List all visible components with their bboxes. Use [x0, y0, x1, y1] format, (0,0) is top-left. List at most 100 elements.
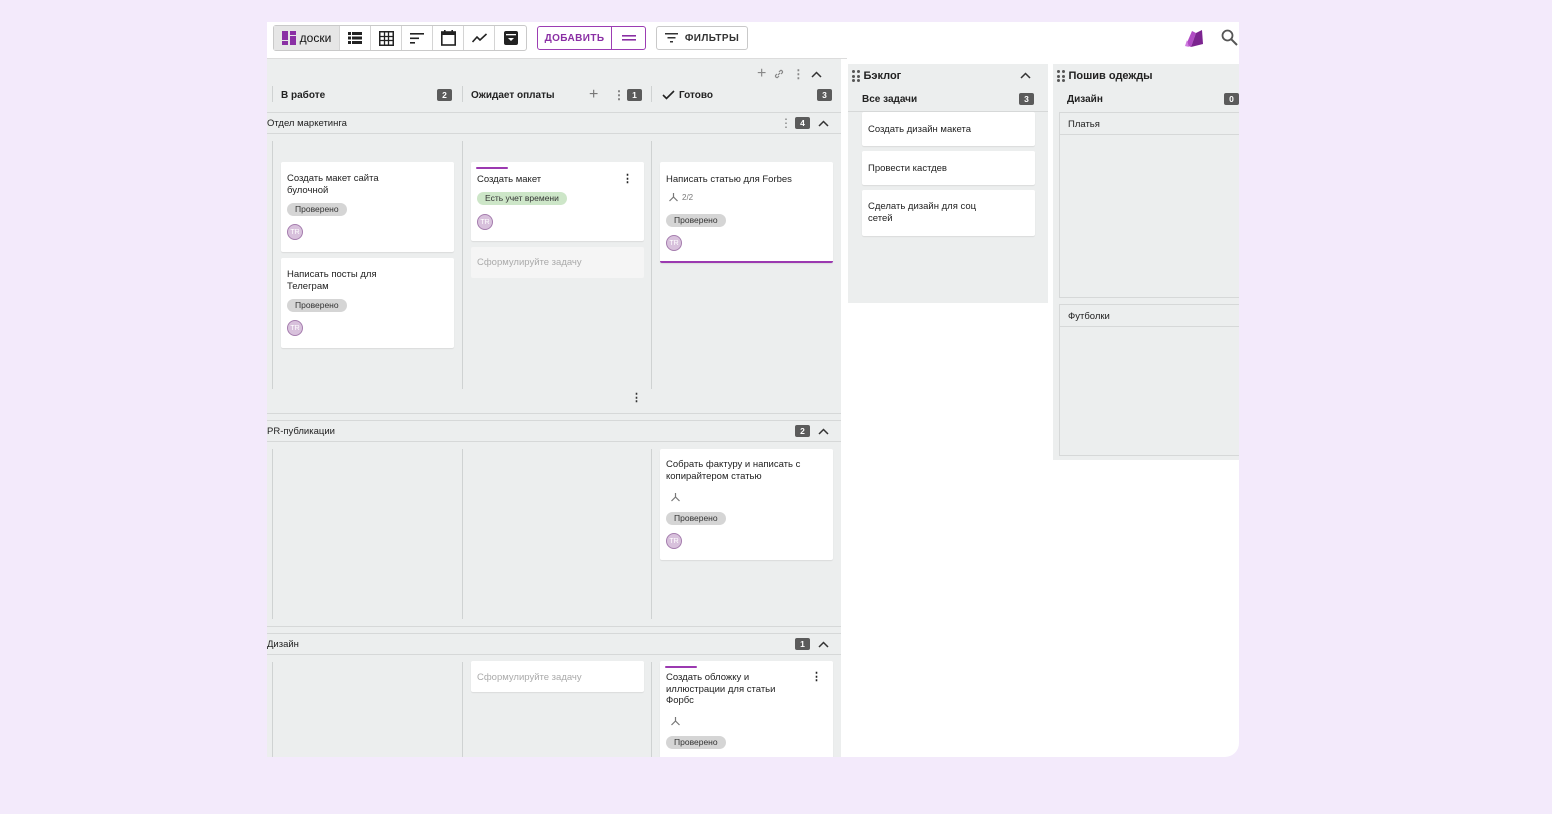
status-tag: Проверено — [666, 214, 726, 227]
swimlane-menu-icon[interactable]: ⋮ — [780, 116, 792, 130]
sort-icon — [410, 32, 424, 44]
card-title: Сделать дизайн для соц сетей — [868, 201, 976, 224]
status-tag: Проверено — [666, 512, 726, 525]
calendar-view-button[interactable] — [433, 26, 464, 50]
menu-lines-icon — [621, 35, 636, 41]
add-button-group: ДОБАВИТЬ — [537, 26, 646, 50]
task-card[interactable]: Написать посты для Телеграм Проверено TR — [281, 258, 454, 348]
card-title-line: Форбс — [666, 695, 694, 706]
card-title: Написать статью для Forbes — [666, 174, 792, 185]
task-card[interactable]: Создать макет сайта булочной Проверено T… — [281, 162, 454, 252]
boards-view-button[interactable]: доски — [274, 26, 340, 50]
column-menu-icon[interactable]: ⋮ — [613, 88, 625, 102]
column-menu-icon[interactable]: ⋮ — [631, 393, 642, 404]
backlog-header[interactable]: Бэклог — [852, 68, 901, 84]
column-divider — [462, 449, 463, 619]
task-card[interactable]: Создать дизайн макета — [862, 112, 1035, 146]
group-title[interactable]: Футболки — [1068, 311, 1110, 322]
avatar[interactable]: TR — [666, 533, 682, 549]
column-header-awaiting-payment[interactable]: Ожидает оплаты + ⋮ 1 — [471, 84, 643, 106]
card-title-line: Собрать фактуру и написать с — [666, 459, 801, 470]
collapse-board-icon[interactable] — [811, 70, 822, 78]
card-title-line: Создать обложку и — [666, 672, 750, 683]
card-title: Провести кастдев — [868, 163, 947, 174]
chart-view-button[interactable] — [464, 26, 495, 50]
group-title[interactable]: Платья — [1068, 119, 1100, 130]
collapse-swimlane-icon[interactable] — [818, 427, 829, 435]
card-title-line: Сделать дизайн для соц — [868, 201, 977, 212]
column-divider — [272, 141, 273, 389]
table-view-button[interactable] — [371, 26, 402, 50]
link-icon[interactable] — [774, 69, 784, 79]
avatar[interactable]: TR — [477, 214, 493, 230]
swimlane-header-pr[interactable]: PR-публикации 2 — [267, 420, 841, 442]
column-header-in-progress[interactable]: В работе 2 — [281, 84, 453, 106]
column-count: 1 — [627, 89, 642, 101]
add-task-icon[interactable]: + — [589, 86, 598, 104]
card-title: Создать обложку и иллюстрации для статьи… — [666, 672, 775, 707]
filters-button[interactable]: ФИЛЬТРЫ — [656, 26, 748, 50]
card-title-line: иллюстрации для статьи — [666, 683, 776, 695]
card-menu-icon[interactable]: ⋮ — [811, 672, 822, 683]
column-header-done[interactable]: Готово 3 — [662, 84, 834, 106]
column-divider — [272, 449, 273, 619]
column-divider — [651, 662, 652, 757]
collapse-board-icon[interactable] — [1020, 72, 1031, 79]
column-header-design[interactable]: Дизайн 0 — [1067, 88, 1239, 110]
drag-handle-icon[interactable] — [1057, 70, 1065, 82]
column-divider — [272, 662, 273, 757]
task-card[interactable]: Написать статью для Forbes 2/2 Проверено… — [660, 162, 833, 263]
add-column-icon[interactable]: + — [757, 66, 766, 82]
collapse-swimlane-icon[interactable] — [818, 119, 829, 127]
task-card[interactable]: Создать обложку и иллюстрации для статьи… — [660, 661, 833, 757]
sewing-header[interactable]: Пошив одежды — [1057, 68, 1153, 84]
swimlane-divider — [267, 413, 841, 414]
drag-handle-icon[interactable] — [852, 70, 860, 82]
add-button[interactable]: ДОБАВИТЬ — [538, 27, 612, 49]
column-divider — [462, 141, 463, 389]
swimlane-count: 2 — [795, 425, 810, 437]
status-tag: Есть учет времени — [477, 192, 567, 205]
placeholder-text: Сформулируйте задачу — [477, 257, 582, 268]
swimlane-header-design[interactable]: Дизайн 1 — [267, 633, 841, 655]
card-menu-icon[interactable]: ⋮ — [622, 174, 633, 185]
card-title: Собрать фактуру и написать с копирайтеро… — [666, 459, 800, 482]
swimlane-divider — [267, 626, 841, 627]
archive-view-button[interactable] — [495, 26, 526, 50]
task-card[interactable]: Провести кастдев — [862, 151, 1035, 185]
column-divider — [651, 141, 652, 389]
backlog-title: Бэклог — [863, 70, 902, 82]
task-card[interactable]: Собрать фактуру и написать с копирайтеро… — [660, 449, 833, 560]
app-logo-icon — [1185, 30, 1203, 47]
filters-label: ФИЛЬТРЫ — [684, 32, 740, 44]
column-count: 3 — [1019, 93, 1034, 105]
column-header-all-tasks[interactable]: Все задачи 3 — [862, 88, 1037, 110]
board-menu-icon[interactable]: ⋮ — [792, 67, 804, 81]
avatar[interactable]: TR — [287, 224, 303, 240]
card-title-line: Создать макет сайта — [287, 173, 379, 184]
swimlane-count: 1 — [795, 638, 810, 650]
search-icon[interactable] — [1221, 29, 1238, 46]
placeholder-text: Сформулируйте задачу — [477, 672, 582, 683]
new-task-input[interactable]: Сформулируйте задачу — [471, 661, 644, 692]
add-options-button[interactable] — [612, 27, 645, 49]
status-tag: Проверено — [666, 736, 726, 749]
chart-icon — [471, 33, 487, 43]
swimlane-header-marketing[interactable]: Отдел маркетинга ⋮ 4 — [267, 112, 841, 134]
column-title: В работе — [281, 89, 326, 101]
new-task-input[interactable]: Сформулируйте задачу — [471, 247, 644, 278]
list-view-button[interactable] — [340, 26, 371, 50]
filter-icon — [664, 33, 678, 43]
collapse-swimlane-icon[interactable] — [818, 640, 829, 648]
column-count: 2 — [437, 89, 452, 101]
sort-view-button[interactable] — [402, 26, 433, 50]
task-card[interactable]: Создать макет ⋮ Есть учет времени TR — [471, 162, 644, 241]
avatar[interactable]: TR — [287, 320, 303, 336]
main-board: + ⋮ В работе 2 Ожидает оплаты + ⋮ 1 Гото… — [267, 59, 841, 757]
task-card[interactable]: Сделать дизайн для соц сетей — [862, 190, 1035, 236]
toolbar: доски ДОБАВИТЬ ФИЛЬТРЫ — [267, 22, 1239, 58]
table-view-icon — [378, 30, 394, 46]
column-divider — [462, 86, 463, 102]
card-title-line: копирайтером статью — [666, 470, 762, 482]
avatar[interactable]: TR — [666, 235, 682, 251]
